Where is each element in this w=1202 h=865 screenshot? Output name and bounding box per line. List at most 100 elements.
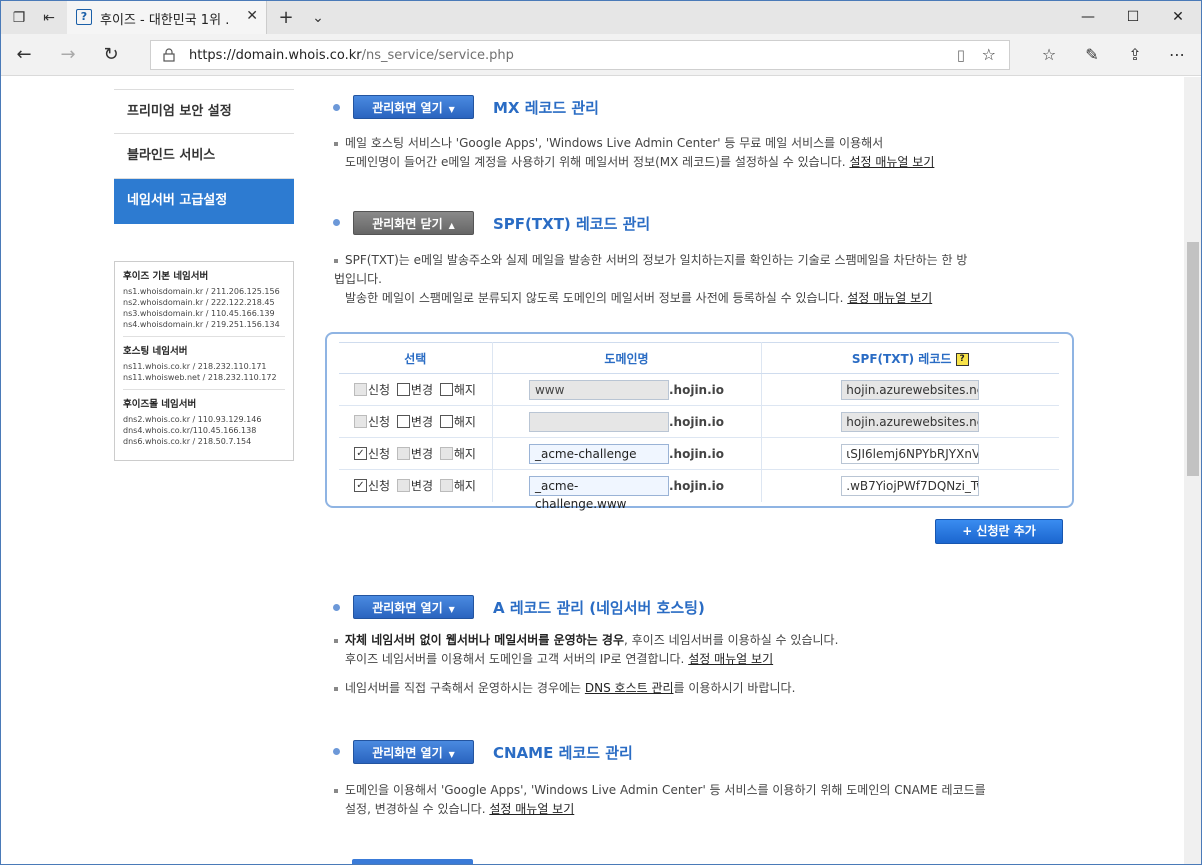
spf-manual-link[interactable]: 설정 매뉴얼 보기 [847, 291, 932, 305]
apply-label: 신청 [368, 447, 391, 461]
scrollbar-thumb[interactable] [1187, 242, 1199, 476]
section-bullet [333, 104, 340, 111]
change-label: 변경 [410, 415, 434, 429]
spf-record-table-box: 선택 도메인명 SPF(TXT) 레코드 ? 신청 변경 해지 www .hoji… [325, 332, 1074, 511]
cname-description: 도메인을 이용해서 'Google Apps', 'Windows Live A… [334, 781, 986, 819]
change-checkbox[interactable] [396, 383, 410, 396]
ns-group-heading: 후이즈 기본 네임서버 [123, 271, 209, 282]
ns-group-hosting: 호스팅 네임서버 ns11.whois.co.kr / 218.232.110.… [123, 343, 285, 390]
arecord-description: 자체 네임서버 없이 웹서버나 메일서버를 운영하는 경우, 후이즈 네임서버를… [334, 631, 838, 698]
ns-line: ns11.whoisweb.net / 218.232.110.172 [123, 373, 277, 382]
column-header-select: 선택 [339, 342, 493, 374]
ns-group-heading: 호스팅 네임서버 [123, 346, 188, 357]
mx-manual-link[interactable]: 설정 매뉴얼 보기 [849, 155, 934, 169]
cname-section-title: CNAME 레코드 관리 [493, 744, 633, 762]
arecord-section-title: A 레코드 관리 (네임서버 호스팅) [493, 599, 705, 617]
ns-line: ns2.whoisdomain.kr / 222.122.218.45 [123, 298, 275, 307]
cname-open-button[interactable]: 관리화면 열기 ▼ [353, 740, 474, 764]
back-icon[interactable]: ← [11, 43, 37, 67]
cname-manual-link[interactable]: 설정 매뉴얼 보기 [489, 802, 574, 816]
favorite-star-icon[interactable]: ☆ [982, 45, 996, 64]
ns-line: ns3.whoisdomain.kr / 110.45.166.139 [123, 309, 275, 318]
cancel-checkbox[interactable] [439, 415, 453, 428]
cancel-checkbox[interactable] [439, 479, 453, 493]
vertical-scrollbar[interactable] [1184, 77, 1201, 864]
new-tab-icon[interactable]: + [275, 7, 297, 29]
spf-record-input[interactable]: hojin.azurewebsites.net [841, 379, 980, 400]
forward-icon[interactable]: → [55, 43, 81, 67]
spf-record-input[interactable]: ιSJI6lemj6NPYbRJYXnV2 [841, 443, 980, 464]
column-header-domain: 도메인명 [492, 342, 762, 374]
arecord-open-button[interactable]: 관리화면 열기 ▼ [353, 595, 474, 619]
refresh-icon[interactable]: ↻ [98, 43, 124, 67]
page-content: 프리미엄 보안 설정 블라인드 서비스 네임서버 고급설정 후이즈 기본 네임서… [1, 77, 1184, 864]
section-bullet [333, 604, 340, 611]
window-close-icon[interactable]: ✕ [1163, 5, 1193, 29]
url-text: https://domain.whois.co.kr/ns_service/se… [189, 48, 514, 63]
ns-group-default: 후이즈 기본 네임서버 ns1.whoisdomain.kr / 211.206… [123, 268, 285, 337]
sidebar-item-nameserver-advanced[interactable]: 네임서버 고급설정 [114, 179, 294, 224]
tab-list-chevron-icon[interactable]: ⌄ [307, 7, 329, 29]
mx-section-title: MX 레코드 관리 [493, 99, 599, 117]
table-row: ✓ 신청 변경 해지 _acme-challenge .hojin.io ιSJI6… [339, 437, 1059, 470]
navigation-bar: ← → ↻ https://domain.whois.co.kr/ns_serv… [1, 34, 1201, 76]
apply-label: 신청 [368, 383, 391, 397]
browser-tab[interactable]: ? 후이즈 - 대한민국 1위 … ✕ [67, 1, 267, 34]
arecord-manual-link[interactable]: 설정 매뉴얼 보기 [688, 652, 773, 666]
share-icon[interactable]: ⇪ [1122, 43, 1148, 67]
section-bullet [333, 219, 340, 226]
next-section-button-partial[interactable] [352, 859, 473, 864]
maximize-icon[interactable]: ☐ [1118, 5, 1148, 29]
reading-view-icon[interactable]: ▯ [957, 46, 965, 64]
sidebar-item-blind-service[interactable]: 블라인드 서비스 [114, 134, 294, 179]
tab-title: 후이즈 - 대한민국 1위 … [100, 13, 230, 28]
spf-close-button[interactable]: 관리화면 닫기 ▲ [353, 211, 474, 235]
cancel-checkbox[interactable] [439, 447, 453, 460]
mx-open-button[interactable]: 관리화면 열기 ▼ [353, 95, 474, 119]
domain-suffix: .hojin.io [668, 446, 725, 461]
site-favicon-icon: ? [76, 9, 92, 25]
apply-label: 신청 [368, 479, 391, 494]
change-checkbox[interactable] [396, 479, 410, 493]
lock-icon [163, 48, 175, 62]
domain-input[interactable]: _acme-challenge.www [528, 475, 669, 511]
tab-close-icon[interactable]: ✕ [246, 8, 258, 24]
domain-input[interactable]: www [528, 379, 669, 400]
nameserver-info-box: 후이즈 기본 네임서버 ns1.whoisdomain.kr / 211.206… [114, 261, 294, 461]
tab-bar: ❐ ⇤ ? 후이즈 - 대한민국 1위 … ✕ + ⌄ — ☐ ✕ [1, 1, 1201, 34]
column-header-spf-record: SPF(TXT) 레코드 ? [761, 342, 1059, 374]
more-menu-icon[interactable]: ⋯ [1164, 43, 1190, 67]
side-menu: 프리미엄 보안 설정 블라인드 서비스 네임서버 고급설정 [114, 89, 294, 224]
ns-line: ns4.whoisdomain.kr / 219.251.156.134 [123, 320, 280, 329]
spf-record-table: 선택 도메인명 SPF(TXT) 레코드 ? 신청 변경 해지 www .hoji… [339, 342, 1059, 511]
mx-description: 메일 호스팅 서비스나 'Google Apps', 'Windows Live… [334, 134, 934, 172]
set-tabs-aside-icon[interactable]: ⇤ [38, 7, 60, 29]
cancel-checkbox[interactable] [439, 383, 453, 396]
sidebar-item-premium-security[interactable]: 프리미엄 보안 설정 [114, 89, 294, 134]
help-icon[interactable]: ? [955, 352, 969, 366]
minimize-icon[interactable]: — [1073, 5, 1103, 29]
dns-host-management-link[interactable]: DNS 호스트 관리 [585, 681, 674, 695]
domain-input[interactable]: _acme-challenge [528, 443, 669, 464]
domain-suffix: .hojin.io [668, 414, 725, 429]
apply-checkbox-checked[interactable]: ✓ [354, 479, 367, 493]
apply-checkbox-checked[interactable]: ✓ [354, 447, 367, 460]
web-note-pen-icon[interactable]: ✎ [1079, 43, 1105, 67]
change-checkbox[interactable] [396, 415, 410, 428]
apply-checkbox[interactable] [354, 383, 367, 396]
spf-record-input[interactable]: hojin.azurewebsites.net [841, 411, 980, 432]
domain-input[interactable] [528, 411, 669, 432]
apply-checkbox[interactable] [354, 415, 367, 428]
tab-preview-icon[interactable]: ❐ [8, 7, 30, 29]
table-row: 신청 변경 해지 .hojin.io hojin.azurewebsites.n… [339, 405, 1059, 438]
ns-line: ns1.whoisdomain.kr / 211.206.125.156 [123, 287, 280, 296]
cancel-label: 해지 [453, 415, 476, 429]
address-bar[interactable]: https://domain.whois.co.kr/ns_service/se… [150, 40, 1010, 70]
add-row-button[interactable]: + 신청란 추가 [935, 519, 1063, 544]
cancel-label: 해지 [453, 447, 476, 461]
spf-record-input[interactable]: .wB7YiojPWf7DQNzi_Tw [841, 475, 980, 496]
table-row: ✓ 신청 변경 해지 _acme-challenge.www.hojin.io .… [339, 469, 1059, 511]
change-checkbox[interactable] [396, 447, 410, 460]
cancel-label: 해지 [453, 479, 476, 494]
favorites-list-icon[interactable]: ☆ [1036, 43, 1062, 67]
